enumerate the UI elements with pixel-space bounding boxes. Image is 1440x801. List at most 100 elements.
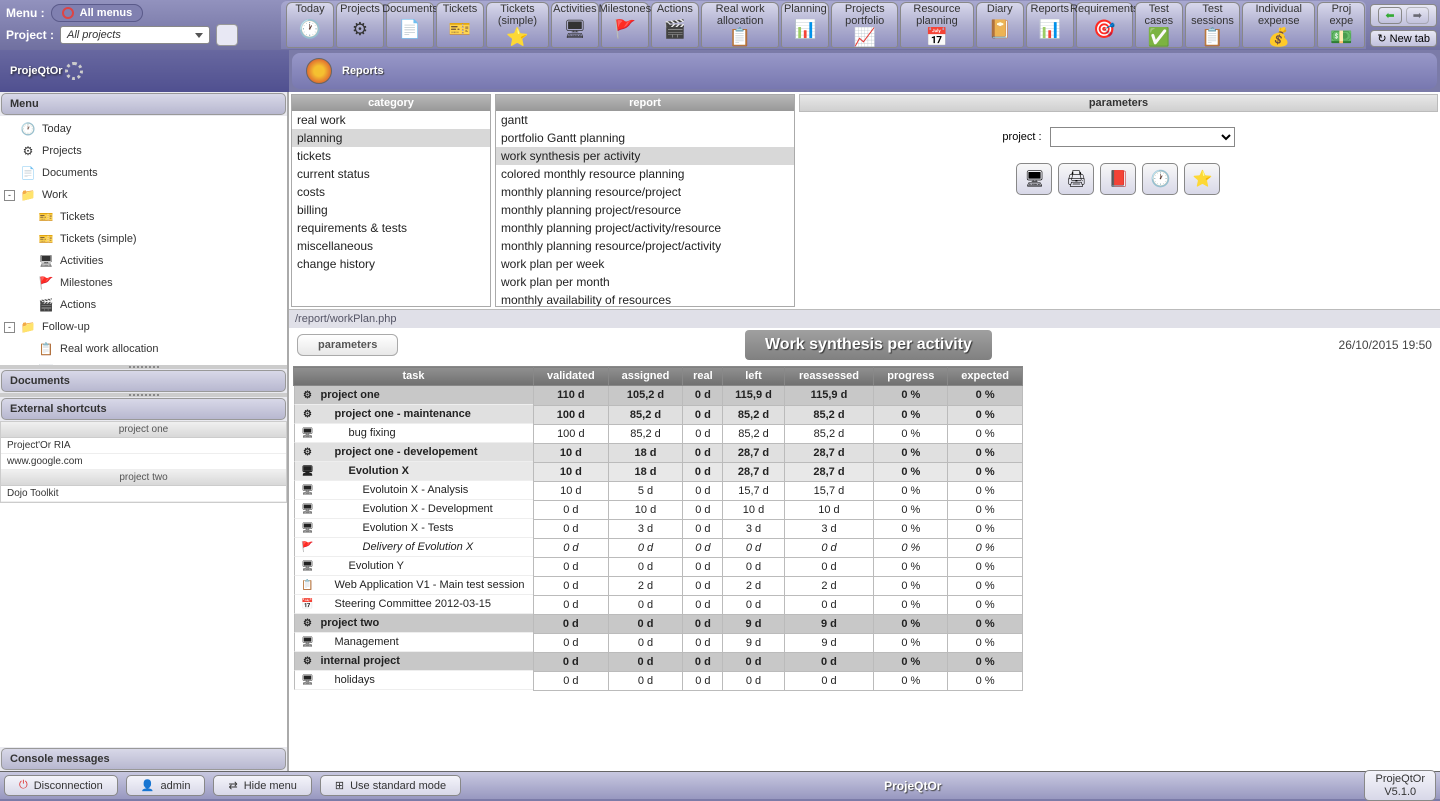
splitter[interactable]	[0, 393, 287, 397]
toolbar-planning[interactable]: Planning📊	[781, 2, 829, 48]
toolbar-real-work[interactable]: Real work allocation📋	[701, 2, 780, 48]
toolbar-tickets-simple[interactable]: Tickets (simple)⭐	[486, 2, 549, 48]
project-dropdown[interactable]: All projects	[60, 26, 210, 44]
tree-label: Projects	[42, 145, 82, 157]
report-list[interactable]: ganttportfolio Gantt planningwork synthe…	[496, 111, 794, 306]
report-item[interactable]: monthly planning resource/project/activi…	[496, 237, 794, 255]
toolbar-actions[interactable]: Actions🎬	[651, 2, 699, 48]
report-action-0[interactable]: 🖥	[1016, 163, 1052, 195]
task-cell: 🖥Evolution X - Development	[294, 500, 534, 519]
category-item[interactable]: costs	[292, 183, 490, 201]
tree-label: Tickets	[60, 211, 94, 223]
category-item[interactable]: billing	[292, 201, 490, 219]
task-cell: 🖥bug fixing	[294, 424, 534, 443]
tree-item[interactable]: 🎫Tickets	[0, 206, 287, 228]
tree-icon: 📁	[19, 319, 37, 335]
toolbar-testcases[interactable]: Test cases✅	[1135, 2, 1183, 48]
disconnect-button[interactable]: ⏻Disconnection	[4, 775, 118, 796]
report-item[interactable]: monthly planning project/activity/resour…	[496, 219, 794, 237]
hide-menu-button[interactable]: ⇄Hide menu	[213, 775, 311, 796]
toolbar-test-sessions[interactable]: Test sessions📋	[1185, 2, 1240, 48]
standard-mode-button[interactable]: ⊞Use standard mode	[320, 775, 461, 796]
edit-project-button[interactable]	[216, 24, 238, 46]
parameters-tab[interactable]: parameters	[297, 334, 398, 356]
toolbar-diary[interactable]: Diary📔	[976, 2, 1024, 48]
nav-forward-button[interactable]: ➡	[1406, 7, 1429, 24]
report-action-4[interactable]: ⭐	[1184, 163, 1220, 195]
user-button[interactable]: 👤admin	[126, 775, 206, 796]
toolbar-requirements[interactable]: Requirements🎯	[1076, 2, 1133, 48]
task-icon: 🖥	[301, 635, 315, 649]
task-icon: 🖥	[301, 521, 315, 535]
toolbar-documents[interactable]: Documents📄	[386, 2, 434, 48]
toolbar-projects[interactable]: Projects⚙	[336, 2, 384, 48]
footer-version: ProjeQtOrV5.1.0	[1364, 770, 1436, 800]
expand-icon[interactable]: -	[4, 190, 15, 201]
toolbar-reports[interactable]: Reports📊	[1026, 2, 1074, 48]
report-item[interactable]: monthly planning project/resource	[496, 201, 794, 219]
category-item[interactable]: miscellaneous	[292, 237, 490, 255]
category-item[interactable]: change history	[292, 255, 490, 273]
real-work-label: Real work allocation	[705, 4, 776, 27]
task-cell: ⚙project one	[294, 386, 534, 405]
category-item[interactable]: requirements & tests	[292, 219, 490, 237]
report-action-3[interactable]: 🕐	[1142, 163, 1178, 195]
tree-item[interactable]: -📁Work	[0, 184, 287, 206]
tickets-icon: 🎫	[446, 17, 474, 43]
report-item[interactable]: gantt	[496, 111, 794, 129]
tree-item[interactable]: 🕐Today	[0, 118, 287, 140]
table-row: 📋Web Application V1 - Main test session0…	[294, 576, 1023, 595]
documents-icon: 📄	[396, 17, 424, 43]
report-item[interactable]: monthly planning resource/project	[496, 183, 794, 201]
tree-item[interactable]: 📋Real work allocation	[0, 338, 287, 360]
report-item[interactable]: work plan per week	[496, 255, 794, 273]
tree-icon: ⚙	[19, 143, 37, 159]
tree-item[interactable]: ⚙ Projects	[0, 140, 287, 162]
param-project-select[interactable]	[1050, 127, 1235, 147]
tree-item[interactable]: 🎫Tickets (simple)	[0, 228, 287, 250]
toolbar-activities[interactable]: Activities🖥	[551, 2, 599, 48]
report-title: Work synthesis per activity	[745, 330, 992, 360]
table-row: ⚙internal project0 d0 d0 d0 d0 d0 %0 %	[294, 652, 1023, 671]
new-tab-button[interactable]: ↻ New tab	[1370, 30, 1437, 47]
tree-item[interactable]: 🖥Activities	[0, 250, 287, 272]
shortcut-link[interactable]: www.google.com	[1, 454, 286, 470]
expand-icon[interactable]: -	[4, 322, 15, 333]
shortcut-link[interactable]: Dojo Toolkit	[1, 486, 286, 502]
toolbar-proj-portfolio[interactable]: Projects portfolio📈	[831, 2, 898, 48]
tree-item[interactable]: 🎬Actions	[0, 294, 287, 316]
tree-item[interactable]: 📊Planning	[0, 360, 287, 365]
task-cell: ⚙project one - maintenance	[294, 405, 534, 424]
nav-back-button[interactable]: ⬅	[1378, 7, 1401, 24]
tree-item[interactable]: 📄Documents	[0, 162, 287, 184]
category-item[interactable]: planning	[292, 129, 490, 147]
documents-panel-title: Documents	[1, 370, 286, 392]
report-action-2[interactable]: 📕	[1100, 163, 1136, 195]
category-item[interactable]: real work	[292, 111, 490, 129]
report-item[interactable]: monthly availability of resources	[496, 291, 794, 306]
toolbar-milestones[interactable]: Milestones🚩	[601, 2, 649, 48]
report-item[interactable]: colored monthly resource planning	[496, 165, 794, 183]
report-item[interactable]: portfolio Gantt planning	[496, 129, 794, 147]
tree-item[interactable]: 🚩Milestones	[0, 272, 287, 294]
report-item[interactable]: work synthesis per activity	[496, 147, 794, 165]
category-item[interactable]: tickets	[292, 147, 490, 165]
report-path: /report/workPlan.php	[289, 309, 1440, 328]
task-cell: 🖥Evolutoin X - Analysis	[294, 481, 534, 500]
splitter[interactable]	[0, 365, 287, 369]
menu-tree[interactable]: 🕐Today ⚙ Projects 📄Documents-📁Work🎫Tickets🎫…	[0, 116, 287, 365]
category-selector: category real workplanningticketscurrent…	[291, 94, 491, 307]
menu-dropdown[interactable]: All menus	[51, 4, 144, 22]
toolbar-resource-plan[interactable]: Resource planning📅	[900, 2, 974, 48]
tree-item[interactable]: -📁Follow-up	[0, 316, 287, 338]
toolbar-proj-exp[interactable]: Proj expe💵	[1317, 2, 1365, 48]
shortcut-link[interactable]: Project'Or RIA	[1, 438, 286, 454]
category-item[interactable]: current status	[292, 165, 490, 183]
toolbar-tickets[interactable]: Tickets🎫	[436, 2, 484, 48]
report-action-1[interactable]: 🖨	[1058, 163, 1094, 195]
toolbar-ind-expense[interactable]: Individual expense💰	[1242, 2, 1315, 48]
menu-icon	[62, 7, 74, 19]
toolbar-today[interactable]: Today🕐	[286, 2, 334, 48]
category-list[interactable]: real workplanningticketscurrent statusco…	[292, 111, 490, 306]
report-item[interactable]: work plan per month	[496, 273, 794, 291]
